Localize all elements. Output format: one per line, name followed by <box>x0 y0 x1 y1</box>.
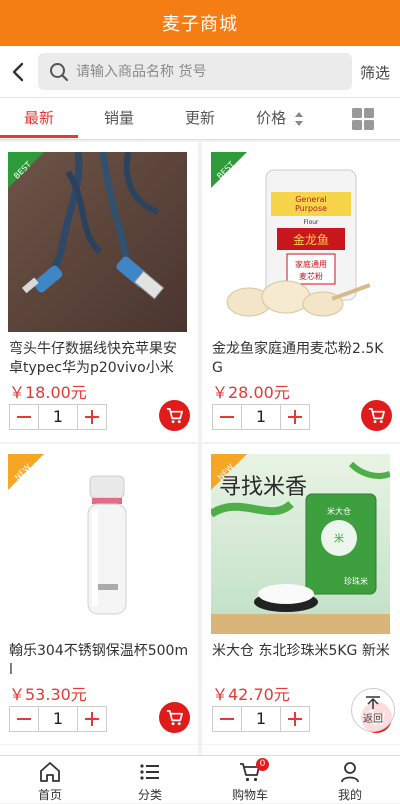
active-tab-indicator <box>0 135 78 138</box>
minus-icon <box>17 416 31 418</box>
best-badge: BEST <box>8 152 44 188</box>
add-to-cart-button[interactable] <box>159 702 190 733</box>
tab-updated[interactable]: 更新 <box>161 98 239 138</box>
quantity-value[interactable]: 1 <box>241 707 281 731</box>
quantity-value[interactable]: 1 <box>241 405 281 429</box>
sort-arrows-icon <box>294 111 303 126</box>
add-to-cart-button[interactable] <box>361 400 392 431</box>
new-badge: NEW <box>211 454 247 490</box>
increment-button[interactable] <box>281 405 309 429</box>
product-card[interactable]: General Purpose Flour 金龙鱼 家庭通用 麦芯粉 BEST … <box>202 142 400 442</box>
page-title: 麦子商城 <box>162 14 238 35</box>
quantity-value[interactable]: 1 <box>38 405 78 429</box>
quantity-stepper: 1 <box>9 706 107 732</box>
user-icon <box>341 762 359 783</box>
tabbar-label: 我的 <box>337 788 362 802</box>
cart-icon <box>368 407 385 424</box>
new-badge: NEW <box>8 454 44 490</box>
back-to-top-button[interactable]: 返回 <box>351 688 395 732</box>
decrement-button[interactable] <box>213 707 241 731</box>
svg-text:麦芯粉: 麦芯粉 <box>299 271 323 281</box>
product-image[interactable]: BEST <box>8 152 187 332</box>
cart-icon <box>166 407 183 424</box>
tabbar-label: 首页 <box>37 788 62 802</box>
sort-tabs: 最新 销量 更新 价格 <box>0 98 400 140</box>
search-icon <box>50 62 69 81</box>
plus-icon <box>288 410 302 424</box>
svg-text:Flour: Flour <box>303 219 319 226</box>
plus-icon <box>85 410 99 424</box>
tab-label: 最新 <box>23 109 54 127</box>
minus-icon <box>220 416 234 418</box>
grid-view-icon[interactable] <box>352 108 374 130</box>
svg-text:米: 米 <box>334 532 344 545</box>
product-title[interactable]: 弯头牛仔数据线快充苹果安卓typec华为p20vivo小米o... <box>9 340 189 378</box>
plus-icon <box>85 712 99 726</box>
product-price: ￥28.00元 <box>212 383 290 402</box>
tab-sales[interactable]: 销量 <box>80 98 158 138</box>
search-bar: 筛选 <box>0 46 400 98</box>
decrement-button[interactable] <box>213 405 241 429</box>
chevron-left-icon <box>12 62 24 82</box>
tabbar-item-profile[interactable]: 我的 <box>300 756 400 804</box>
cart-count-badge: 0 <box>256 758 269 771</box>
increment-button[interactable] <box>78 707 106 731</box>
best-badge: BEST <box>211 152 247 188</box>
add-to-cart-button[interactable] <box>159 400 190 431</box>
quantity-stepper: 1 <box>9 404 107 430</box>
bottom-tab-bar: 首页 分类 0 购物车 我的 <box>0 755 400 803</box>
tabbar-item-cart[interactable]: 0 购物车 <box>200 756 300 804</box>
svg-text:金龙鱼: 金龙鱼 <box>293 232 329 247</box>
product-price: ￥42.70元 <box>212 685 290 704</box>
back-button[interactable] <box>6 58 30 86</box>
app-header: 麦子商城 <box>0 0 400 46</box>
decrement-button[interactable] <box>10 405 38 429</box>
svg-text:Purpose: Purpose <box>295 204 327 213</box>
svg-text:米大仓: 米大仓 <box>327 506 351 516</box>
svg-text:家庭通用: 家庭通用 <box>295 259 327 269</box>
product-title[interactable]: 米大仓 东北珍珠米5KG 新米 <box>212 642 392 680</box>
tabbar-item-category[interactable]: 分类 <box>100 756 200 804</box>
quantity-value[interactable]: 1 <box>38 707 78 731</box>
search-box[interactable] <box>38 53 352 90</box>
list-icon <box>140 764 159 780</box>
product-image[interactable]: NEW <box>8 454 187 634</box>
cart-icon <box>166 709 183 726</box>
svg-text:General: General <box>295 195 327 204</box>
tabbar-item-home[interactable]: 首页 <box>0 756 100 804</box>
decrement-button[interactable] <box>10 707 38 731</box>
increment-button[interactable] <box>281 707 309 731</box>
quantity-stepper: 1 <box>212 706 310 732</box>
tabbar-label: 分类 <box>137 788 162 802</box>
tab-label: 销量 <box>103 109 134 127</box>
increment-button[interactable] <box>78 405 106 429</box>
tab-label: 更新 <box>184 109 215 127</box>
product-title[interactable]: 金龙鱼家庭通用麦芯粉2.5KG <box>212 340 392 378</box>
filter-button[interactable]: 筛选 <box>360 62 390 83</box>
home-icon <box>40 762 60 782</box>
minus-icon <box>17 718 31 720</box>
plus-icon <box>288 712 302 726</box>
product-image[interactable]: General Purpose Flour 金龙鱼 家庭通用 麦芯粉 BEST <box>211 152 390 332</box>
product-image[interactable]: 寻找米香 米大仓 米 珍珠米 NEW <box>211 454 390 634</box>
tab-price[interactable]: 价格 <box>241 98 319 138</box>
product-price: ￥18.00元 <box>9 383 87 402</box>
product-title[interactable]: 翰乐304不锈钢保温杯500ml <box>9 642 189 680</box>
tab-label: 价格 <box>256 109 287 127</box>
quantity-stepper: 1 <box>212 404 310 430</box>
tab-newest[interactable]: 最新 <box>0 98 78 138</box>
tabbar-label: 购物车 <box>231 788 268 802</box>
minus-icon <box>220 718 234 720</box>
search-input[interactable] <box>76 63 336 80</box>
back-to-top-label: 返回 <box>363 713 383 725</box>
product-price: ￥53.30元 <box>9 685 87 704</box>
product-card[interactable]: NEW 翰乐304不锈钢保温杯500ml ￥53.30元 1 <box>0 444 198 744</box>
arrow-up-icon <box>366 695 380 709</box>
product-card[interactable]: BEST 弯头牛仔数据线快充苹果安卓typec华为p20vivo小米o... ￥… <box>0 142 198 442</box>
svg-text:珍珠米: 珍珠米 <box>344 576 368 586</box>
